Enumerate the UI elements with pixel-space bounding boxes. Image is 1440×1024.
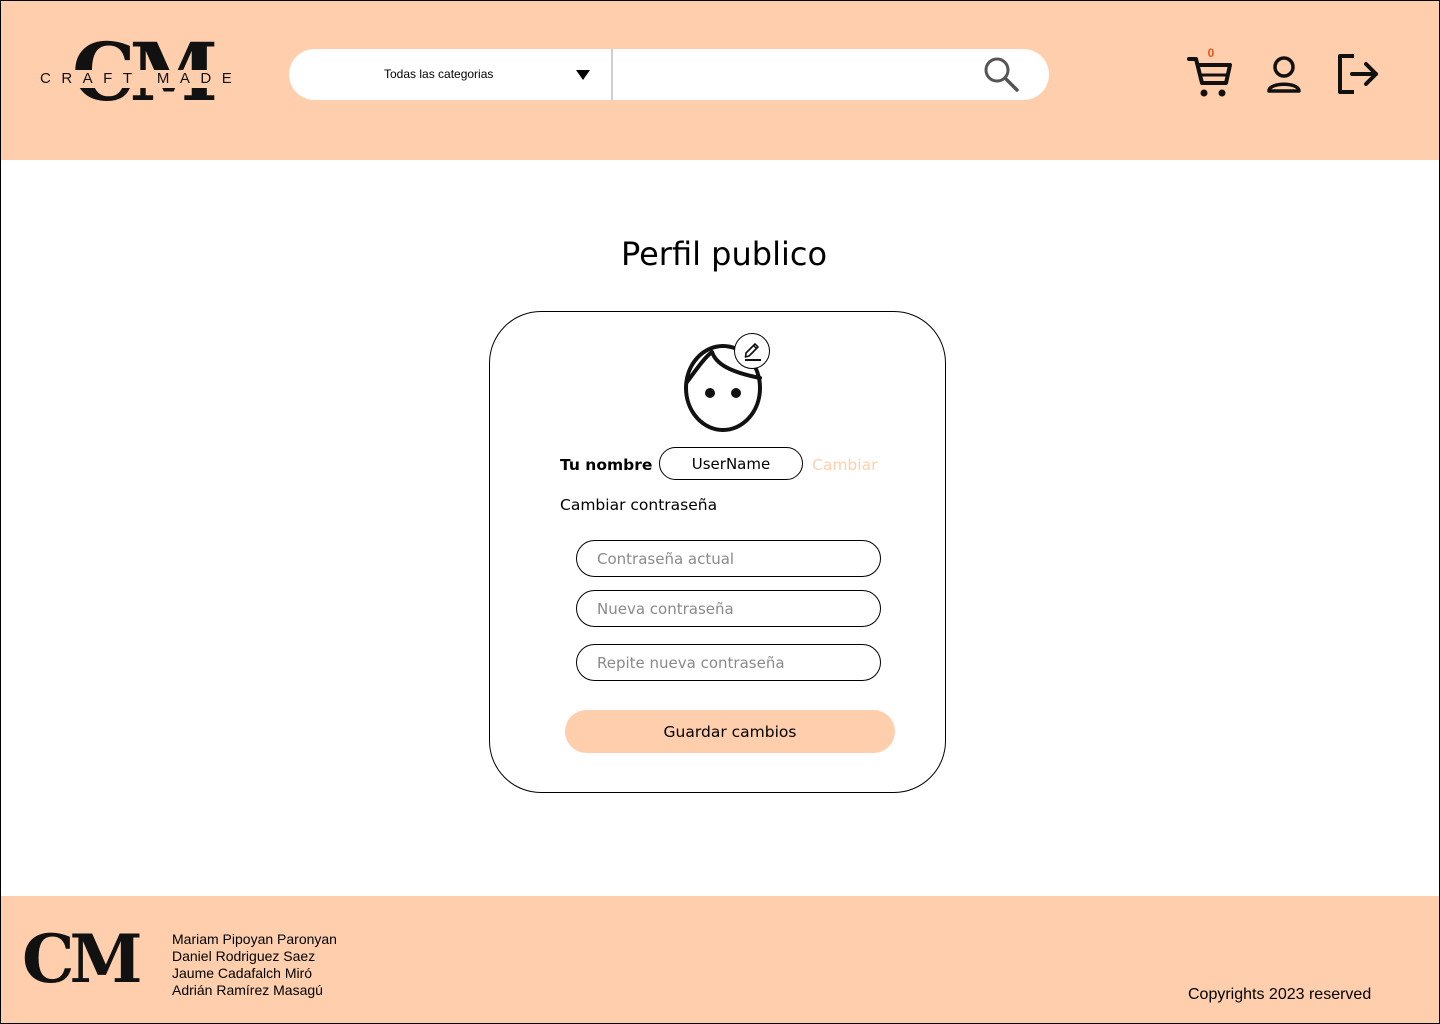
- pencil-icon: [744, 343, 761, 361]
- change-name-link[interactable]: Cambiar: [812, 456, 877, 474]
- copyright-text: Copyrights 2023 reserved: [1188, 986, 1372, 1003]
- author-item: Mariam Pipoyan Paronyan: [172, 931, 337, 947]
- category-dropdown[interactable]: Todas las categorias: [289, 49, 611, 100]
- search-divider: [611, 49, 613, 100]
- craft-made-logo[interactable]: CM CRAFT MADE: [40, 32, 243, 114]
- page-title: Perfil publico: [620, 235, 828, 273]
- category-dropdown-label: Todas las categorias: [384, 67, 494, 81]
- profile-card: Tu nombre Cambiar Cambiar contraseña Gua…: [489, 311, 946, 793]
- username-field[interactable]: [659, 447, 803, 480]
- edit-avatar-button[interactable]: [734, 333, 770, 369]
- header: CM CRAFT MADE Todas las categorias 0: [0, 0, 1440, 160]
- user-icon[interactable]: [1262, 54, 1306, 98]
- logo-wordmark: CRAFT MADE: [40, 70, 243, 87]
- cart-count-badge: 0: [1207, 46, 1215, 60]
- logout-icon[interactable]: [1334, 52, 1382, 98]
- authors-list: Mariam Pipoyan Paronyan Daniel Rodriguez…: [172, 931, 337, 999]
- current-password-field[interactable]: [576, 540, 881, 577]
- change-password-heading: Cambiar contraseña: [560, 496, 718, 514]
- repeat-password-field[interactable]: [576, 644, 881, 681]
- author-item: Jaume Cadafalch Miró: [172, 965, 313, 981]
- name-label: Tu nombre: [560, 456, 653, 474]
- search-input[interactable]: [621, 55, 971, 94]
- footer: CM Mariam Pipoyan Paronyan Daniel Rodrig…: [0, 896, 1440, 1024]
- search-icon[interactable]: [983, 56, 1021, 94]
- search-bar: Todas las categorias: [289, 49, 1049, 100]
- footer-logo: CM: [22, 920, 143, 998]
- chevron-down-icon: [576, 70, 590, 80]
- save-changes-button[interactable]: Guardar cambios: [565, 710, 895, 753]
- new-password-field[interactable]: [576, 590, 881, 627]
- author-item: Daniel Rodriguez Saez: [172, 948, 316, 964]
- author-item: Adrián Ramírez Masagú: [172, 982, 323, 998]
